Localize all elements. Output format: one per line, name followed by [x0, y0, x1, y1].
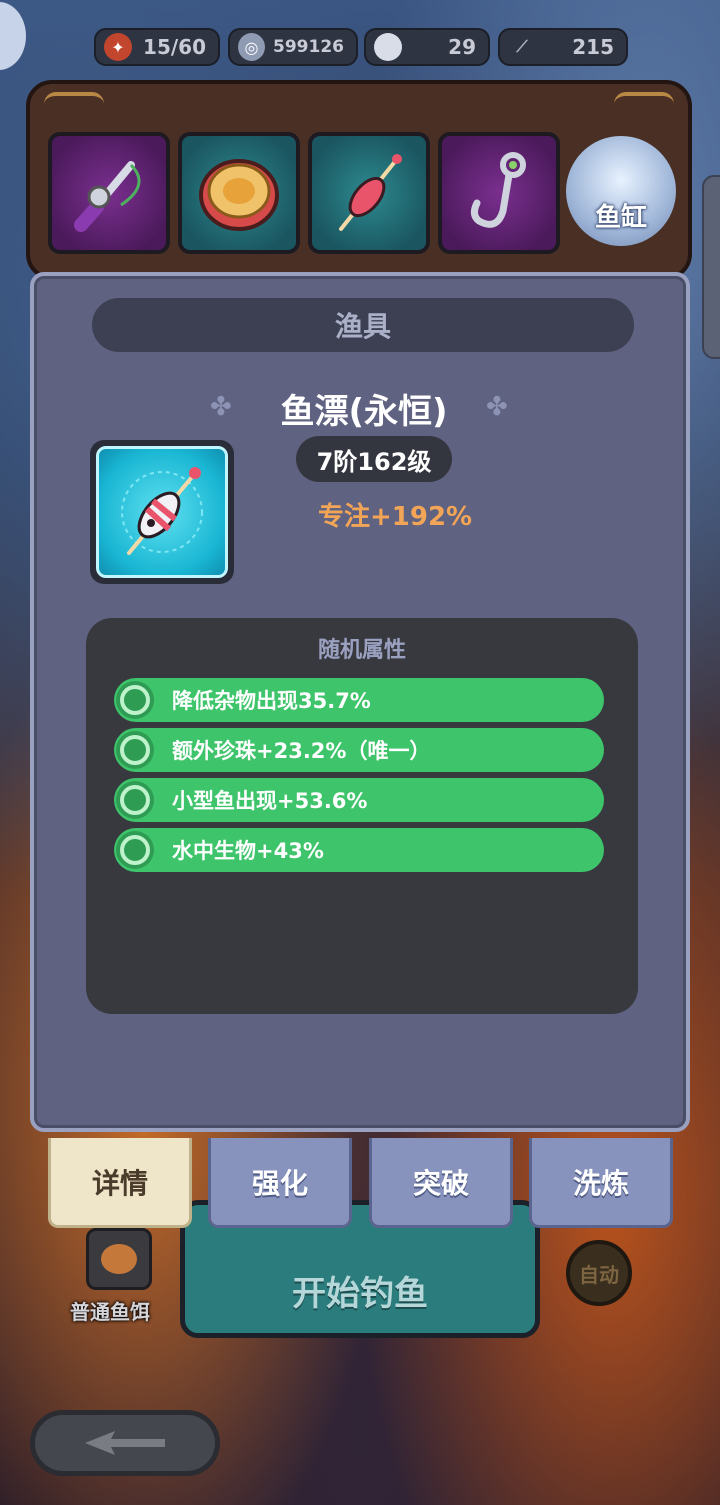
resource-coins-value: 599126 [273, 37, 344, 57]
pearl-icon [374, 33, 402, 61]
bait-label: 普通鱼饵 [70, 1300, 150, 1324]
side-drawer-handle[interactable] [702, 175, 720, 359]
attribute-row: 降低杂物出现35.7% [114, 678, 604, 722]
slot-fishing-reel[interactable] [178, 132, 300, 254]
auto-label: 自动 [579, 1262, 619, 1287]
resource-line: ⟋ 215 [498, 28, 628, 66]
tab-breakthrough[interactable]: 突破 [369, 1138, 513, 1228]
resource-pearls: 29 [364, 28, 490, 66]
attribute-text: 小型鱼出现+53.6% [172, 789, 368, 813]
bait-tackle-icon: ✦ [104, 33, 132, 61]
start-fishing-label: 开始钓鱼 [292, 1274, 428, 1314]
fishing-float-icon [339, 154, 402, 231]
item-icon-frame [90, 440, 234, 584]
random-attributes-panel: 随机属性 降低杂物出现35.7% 额外珍珠+23.2%（唯一） 小型鱼出现+53… [86, 618, 638, 1014]
fishing-rod-icon [74, 161, 141, 232]
fishing-line-icon: ⟋ [516, 37, 528, 56]
resource-tackle: ✦ 15/60 [94, 28, 220, 66]
tackle-detail-modal: 渔具 ✤ ✤ 鱼漂(永恒) 7阶162级 专注+192% 随机属性 降低杂物出现… [30, 272, 690, 1132]
frame-ornament-right [614, 92, 674, 120]
resource-tackle-value: 15/60 [143, 35, 206, 59]
tab-details[interactable]: 详情 [48, 1138, 192, 1228]
attribute-row: 额外珍珠+23.2%（唯一） [114, 728, 604, 772]
slot-fishing-float[interactable] [308, 132, 430, 254]
back-arrow-icon [85, 1431, 165, 1455]
attribute-bullet-icon [120, 685, 150, 715]
fish-tank-button[interactable]: 鱼缸 [566, 136, 676, 246]
slot-fishing-rod[interactable] [48, 132, 170, 254]
item-icon-background [96, 446, 228, 578]
resource-line-value: 215 [572, 35, 614, 59]
item-level-badge: 7阶162级 [296, 436, 452, 482]
frame-ornament-left [44, 92, 104, 120]
attribute-text: 降低杂物出现35.7% [172, 689, 371, 713]
tab-refine[interactable]: 洗炼 [529, 1138, 673, 1228]
resource-pearls-value: 29 [448, 35, 476, 59]
auto-fishing-button[interactable]: 自动 [566, 1240, 632, 1306]
attribute-bullet-icon [120, 735, 150, 765]
attribute-bullet-icon [120, 785, 150, 815]
slot-fishing-hook[interactable] [438, 132, 560, 254]
coin-icon: ◎ [238, 33, 266, 61]
item-name: 鱼漂(永恒) [280, 392, 448, 432]
bait-icon [101, 1244, 137, 1274]
tab-enhance[interactable]: 强化 [208, 1138, 352, 1228]
fishing-hook-icon [470, 152, 526, 228]
fishing-float-icon [121, 467, 203, 555]
bait-selector[interactable] [86, 1228, 152, 1290]
attribute-text: 额外珍珠+23.2%（唯一） [172, 739, 431, 763]
attribute-row: 水中生物+43% [114, 828, 604, 872]
attribute-text: 水中生物+43% [172, 839, 324, 863]
fishing-reel-icon [199, 159, 279, 231]
modal-title: 渔具 [92, 298, 634, 352]
attribute-bullet-icon [120, 835, 150, 865]
attribute-row: 小型鱼出现+53.6% [114, 778, 604, 822]
fish-tank-label: 鱼缸 [594, 203, 647, 233]
resource-coins: ◎ 599126 [228, 28, 358, 66]
back-button[interactable] [30, 1410, 220, 1476]
item-main-stat: 专注+192% [318, 502, 473, 532]
random-attributes-title: 随机属性 [317, 638, 406, 663]
